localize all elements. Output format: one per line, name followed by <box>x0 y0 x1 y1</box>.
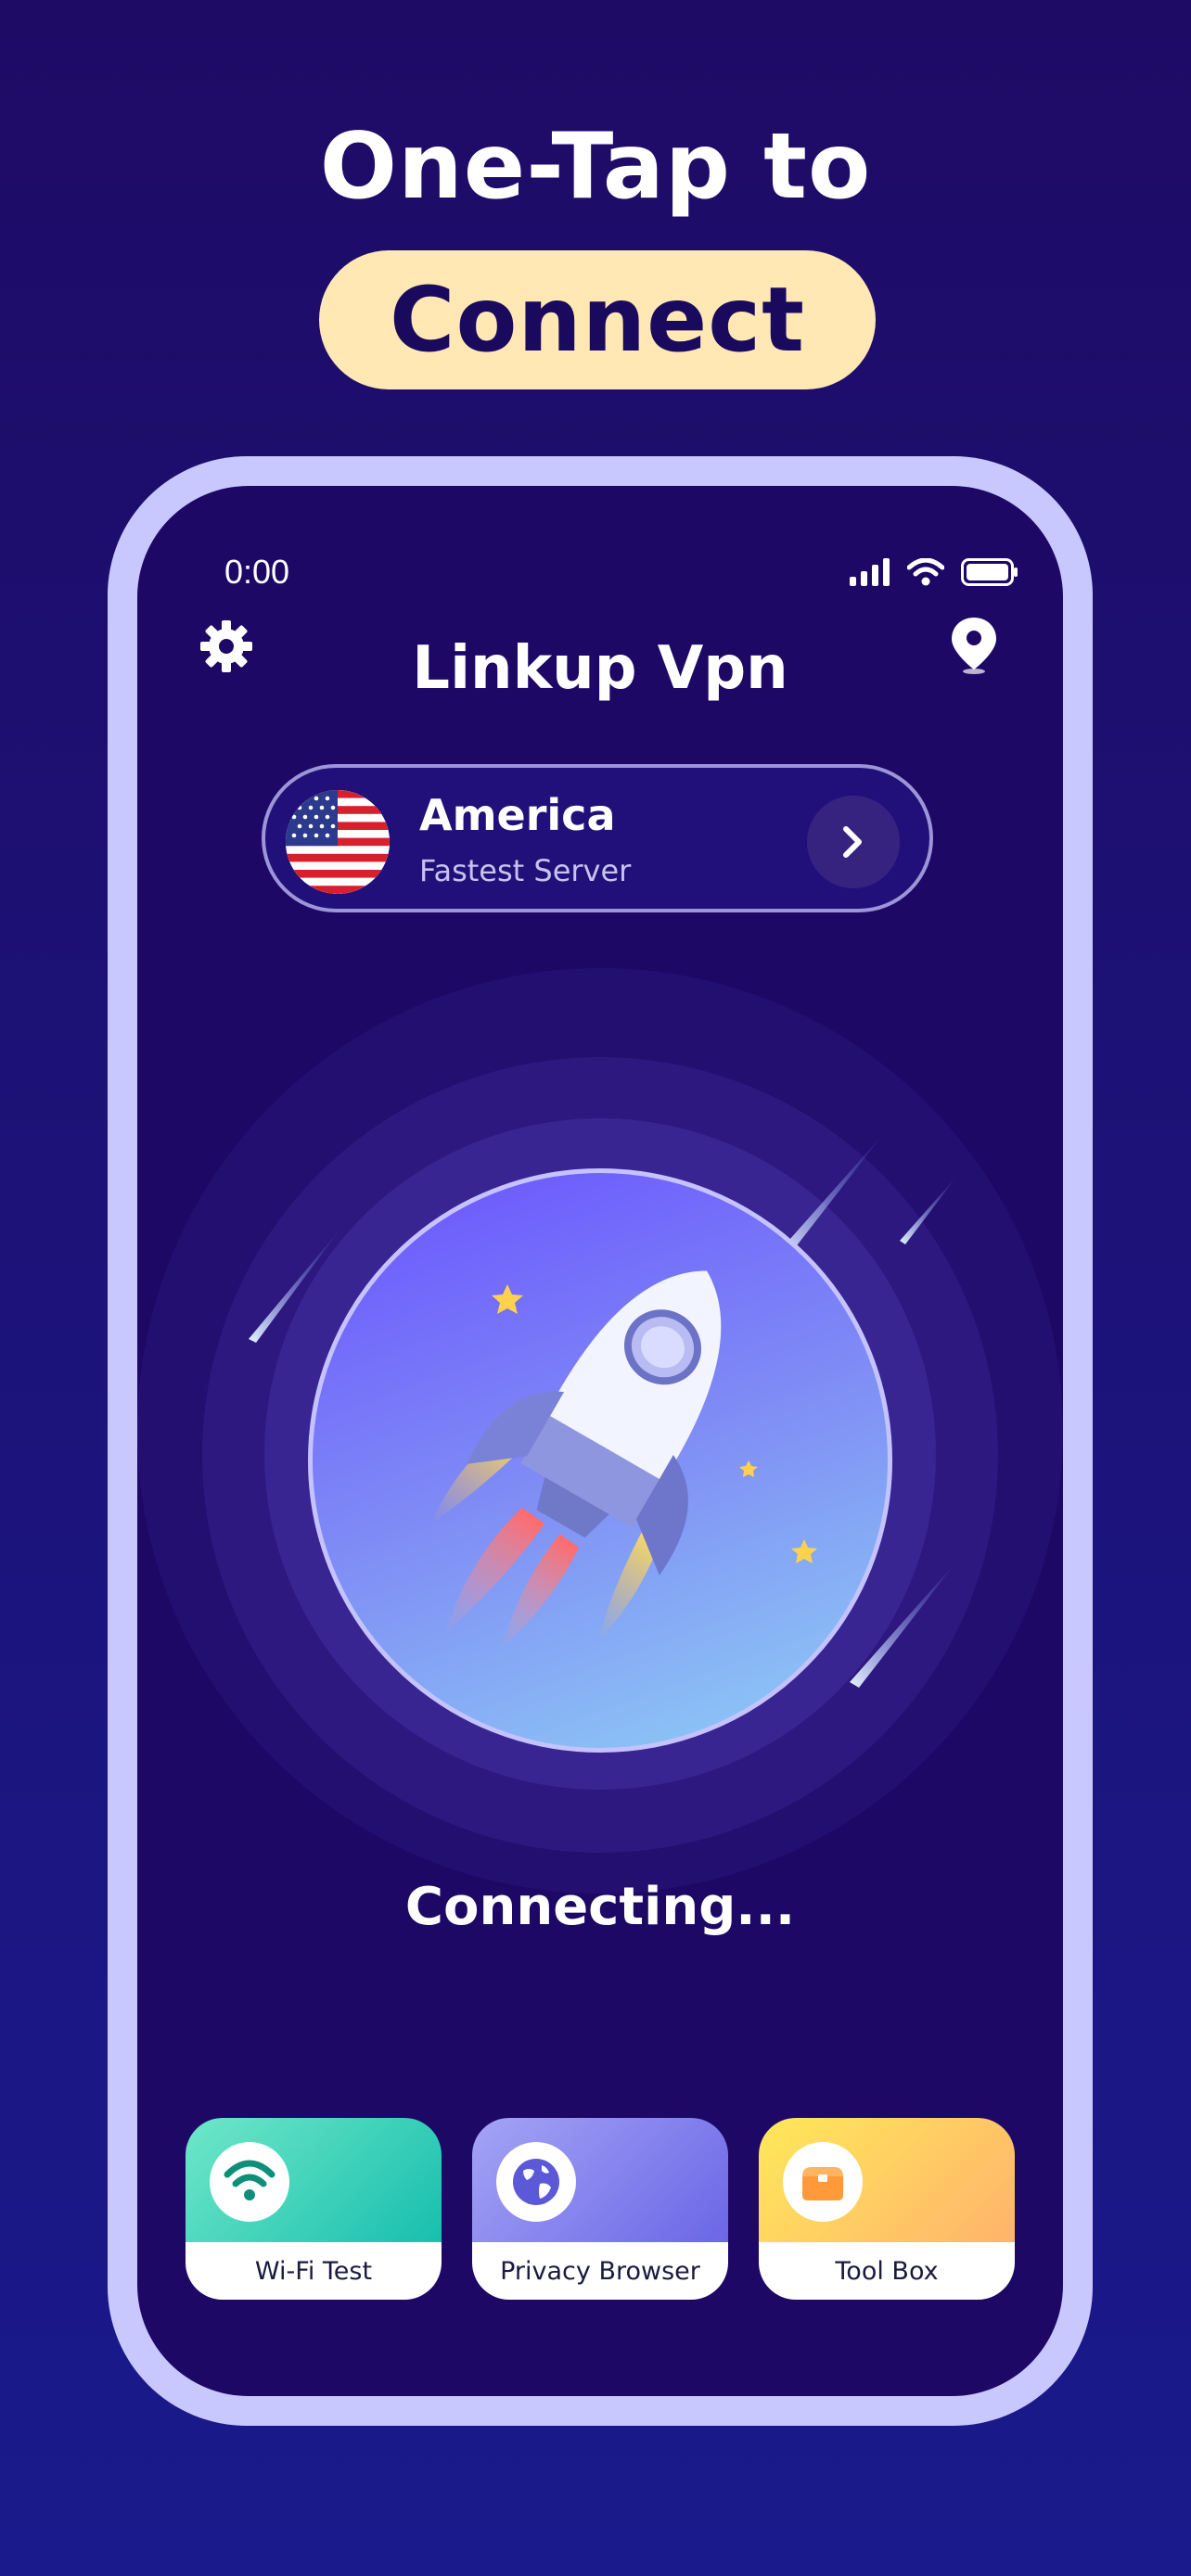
location-pin-icon[interactable] <box>946 616 1002 675</box>
headline-line1: One-Tap to <box>319 114 872 220</box>
server-country: America <box>419 790 616 840</box>
chevron-right-icon <box>843 826 862 858</box>
meteor-decoration-icon <box>900 1176 957 1244</box>
privacy-browser-label: Privacy Browser <box>472 2242 728 2300</box>
battery-icon <box>961 558 1018 586</box>
status-icons <box>850 558 1018 586</box>
privacy-browser-tile[interactable]: Privacy Browser <box>472 2118 728 2300</box>
globe-icon <box>496 2142 576 2222</box>
wifi-test-label: Wi-Fi Test <box>186 2242 442 2300</box>
headline-line2: Connect <box>390 268 805 372</box>
cellular-signal-icon <box>850 558 890 586</box>
rocket-icon <box>431 1270 817 1651</box>
connection-status: Connecting... <box>404 1877 796 1937</box>
tool-box-tile[interactable]: Tool Box <box>759 2118 1015 2300</box>
app-title: Linkup Vpn <box>412 634 788 703</box>
headline-pill: Connect <box>319 250 876 389</box>
server-subtitle: Fastest Server <box>419 853 632 888</box>
server-arrow-button[interactable] <box>807 796 900 888</box>
tool-box-label: Tool Box <box>759 2242 1015 2300</box>
toolbox-icon <box>783 2142 863 2222</box>
connect-button[interactable] <box>308 1168 892 1753</box>
status-time: 0:00 <box>224 553 290 591</box>
us-flag-icon <box>286 790 390 894</box>
phone-frame: 0:00 Linkup Vpn America Fastest Server C… <box>108 456 1093 2426</box>
phone-screen: 0:00 Linkup Vpn America Fastest Server C… <box>137 486 1063 2396</box>
wifi-icon <box>210 2142 289 2222</box>
wifi-test-tile[interactable]: Wi-Fi Test <box>186 2118 442 2300</box>
server-selector[interactable]: America Fastest Server <box>262 764 933 912</box>
wifi-status-icon <box>907 558 944 586</box>
